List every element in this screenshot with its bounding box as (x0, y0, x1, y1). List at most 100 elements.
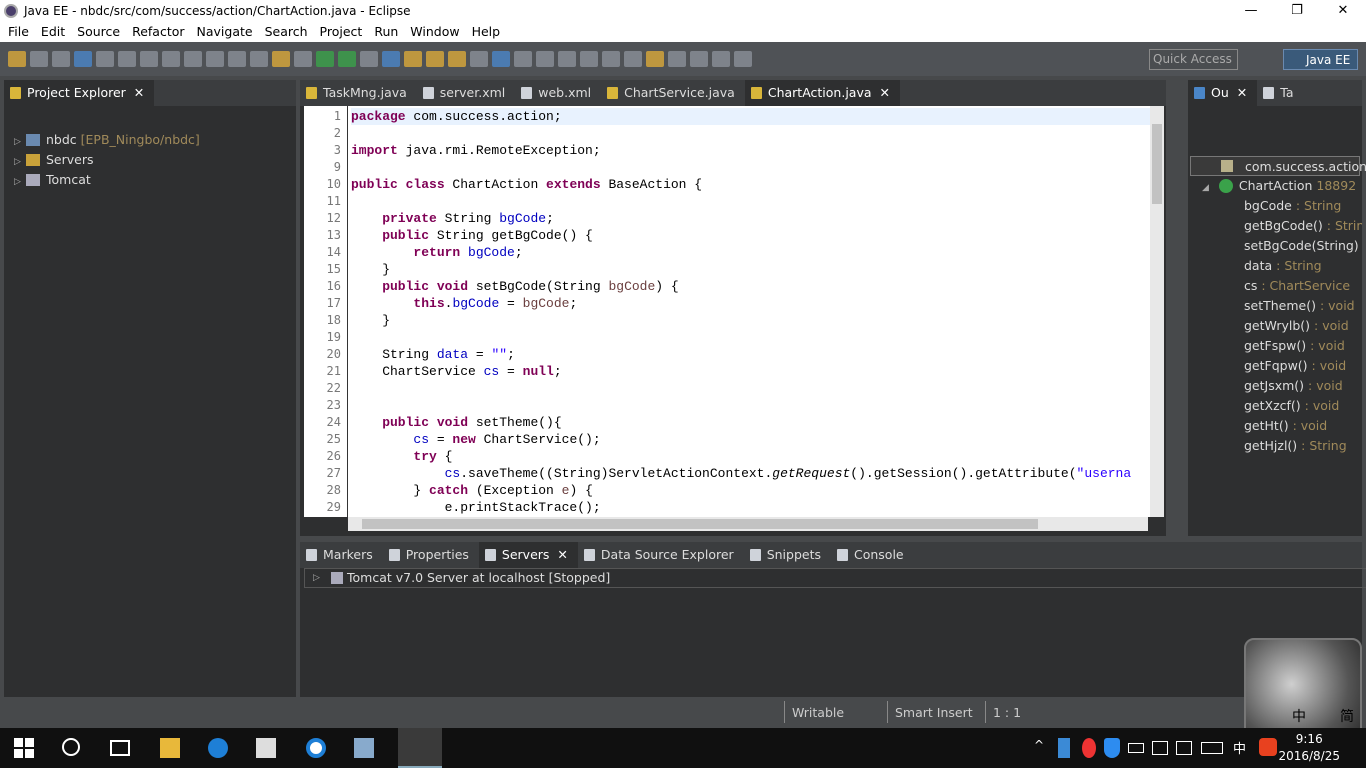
close-icon[interactable]: ✕ (880, 85, 890, 100)
menu-project[interactable]: Project (314, 22, 369, 42)
expand-arrow-icon[interactable]: ▷ (14, 172, 26, 192)
toolbar-button-icon[interactable] (30, 51, 48, 67)
outline-member[interactable]: getJsxm() : void (1244, 376, 1362, 396)
outline-member[interactable]: getFspw() : void (1244, 336, 1362, 356)
collapse-arrow-icon[interactable]: ◢ (1202, 183, 1209, 193)
outline-member[interactable]: getBgCode() : String (1244, 216, 1362, 236)
outline-member[interactable]: data : String (1244, 256, 1362, 276)
menu-file[interactable]: File (2, 22, 35, 42)
tab-project-explorer[interactable]: Project Explorer ✕ (4, 80, 155, 106)
toolbar-button-icon[interactable] (52, 51, 70, 67)
store-icon[interactable] (256, 738, 276, 758)
tab-task-list[interactable]: Ta (1257, 80, 1303, 106)
perspective-java-ee-button[interactable]: Java EE (1283, 49, 1358, 70)
close-icon[interactable]: ✕ (134, 85, 144, 100)
file-explorer-icon[interactable] (160, 738, 180, 758)
toolbar-button-icon[interactable] (96, 51, 114, 67)
menu-edit[interactable]: Edit (35, 22, 71, 42)
toolbar-button-icon[interactable] (382, 51, 400, 67)
restore-button[interactable]: ❐ (1274, 0, 1320, 22)
close-button[interactable]: ✕ (1320, 0, 1366, 22)
toolbar-button-icon[interactable] (712, 51, 730, 67)
horizontal-scrollbar[interactable] (348, 517, 1148, 531)
keyboard-icon[interactable] (1201, 742, 1223, 754)
outline-member[interactable]: setTheme() : void (1244, 296, 1362, 316)
toolbar-button-icon[interactable] (316, 51, 334, 67)
toolbar-button-icon[interactable] (184, 51, 202, 67)
outline-class-item[interactable]: ◢ ChartAction 18892 (1202, 176, 1356, 196)
quick-access-input[interactable]: Quick Access (1149, 49, 1238, 70)
code-editor[interactable]: 1 2 3 9 10 11 12 13 14 15 16 17 18 19 20 21 22 23 24 25 26 27… (304, 106, 1150, 517)
ime-indicator[interactable]: 中 (1233, 738, 1246, 757)
edge-icon[interactable] (208, 738, 228, 758)
qq-icon[interactable] (1082, 738, 1096, 758)
start-icon[interactable] (14, 738, 34, 758)
notification-icon[interactable] (1176, 741, 1192, 755)
toolbar-button-icon[interactable] (558, 51, 576, 67)
tab-snippets[interactable]: Snippets (744, 542, 831, 568)
close-icon[interactable]: ✕ (557, 547, 567, 562)
toolbar-button-icon[interactable] (8, 51, 26, 67)
outline-member[interactable]: setBgCode(String) : void (1244, 236, 1362, 256)
outline-member[interactable]: getXzcf() : void (1244, 396, 1362, 416)
toolbar-button-icon[interactable] (338, 51, 356, 67)
sogou-icon[interactable] (1259, 738, 1277, 756)
security-shield-icon[interactable] (1104, 738, 1120, 758)
close-icon[interactable]: ✕ (1237, 85, 1247, 100)
toolbar-button-icon[interactable] (668, 51, 686, 67)
tree-item-tomcat[interactable]: ▷ Tomcat (14, 170, 91, 190)
toolbar-button-icon[interactable] (734, 51, 752, 67)
toolbar-button-icon[interactable] (536, 51, 554, 67)
expand-arrow-icon[interactable]: ▷ (14, 132, 26, 152)
menu-refactor[interactable]: Refactor (126, 22, 190, 42)
toolbar-button-icon[interactable] (470, 51, 488, 67)
eclipse-taskbar-icon[interactable] (398, 728, 442, 768)
toolbar-button-icon[interactable] (580, 51, 598, 67)
tree-item-servers[interactable]: ▷ Servers (14, 150, 94, 170)
tab-servers[interactable]: Servers ✕ (478, 542, 578, 568)
outline-member[interactable]: getHjzl() : String (1244, 436, 1362, 456)
qq-browser-icon[interactable] (306, 738, 326, 758)
tab-web-xml[interactable]: web.xml (515, 80, 601, 106)
toolbar-button-icon[interactable] (294, 51, 312, 67)
outline-member[interactable]: bgCode : String (1244, 196, 1362, 216)
toolbar-button-icon[interactable] (448, 51, 466, 67)
toolbar-button-icon[interactable] (250, 51, 268, 67)
tab-chartservice-java[interactable]: ChartService.java (601, 80, 745, 106)
expand-arrow-icon[interactable]: ▷ (313, 569, 320, 587)
toolbar-button-icon[interactable] (646, 51, 664, 67)
app-icon[interactable] (354, 738, 374, 758)
menu-navigate[interactable]: Navigate (191, 22, 259, 42)
toolbar-button-icon[interactable] (118, 51, 136, 67)
toolbar-button-icon[interactable] (140, 51, 158, 67)
toolbar-button-icon[interactable] (690, 51, 708, 67)
tab-taskmng-java[interactable]: TaskMng.java (300, 80, 417, 106)
toolbar-button-icon[interactable] (514, 51, 532, 67)
toolbar-button-icon[interactable] (360, 51, 378, 67)
ime-language[interactable]: 中 (1292, 706, 1306, 726)
menu-search[interactable]: Search (259, 22, 314, 42)
tab-chartaction-java[interactable]: ChartAction.java ✕ (744, 80, 900, 106)
tab-markers[interactable]: Markers (300, 542, 383, 568)
usb-icon[interactable] (1058, 738, 1070, 758)
menu-run[interactable]: Run (368, 22, 404, 42)
toolbar-button-icon[interactable] (206, 51, 224, 67)
scroll-thumb[interactable] (362, 519, 1038, 529)
toolbar-button-icon[interactable] (272, 51, 290, 67)
toolbar-button-icon[interactable] (492, 51, 510, 67)
tab-data-source-explorer[interactable]: Data Source Explorer (578, 542, 744, 568)
show-hidden-icons[interactable]: ^ (1034, 738, 1044, 752)
menu-help[interactable]: Help (466, 22, 507, 42)
tab-server-xml[interactable]: server.xml (417, 80, 515, 106)
toolbar-button-icon[interactable] (426, 51, 444, 67)
outline-member[interactable]: cs : ChartService (1244, 276, 1362, 296)
clock[interactable]: 9:16 2016/8/25 (1278, 731, 1340, 765)
vertical-scrollbar[interactable] (1150, 106, 1164, 517)
outline-member[interactable]: getHt() : void (1244, 416, 1362, 436)
toolbar-button-icon[interactable] (404, 51, 422, 67)
tab-outline[interactable]: Ou ✕ (1188, 80, 1258, 106)
outline-member[interactable]: getWrylb() : void (1244, 316, 1362, 336)
ime-mode[interactable]: 简 (1340, 706, 1354, 726)
task-view-icon[interactable] (110, 740, 130, 756)
network-icon[interactable] (1152, 741, 1168, 755)
